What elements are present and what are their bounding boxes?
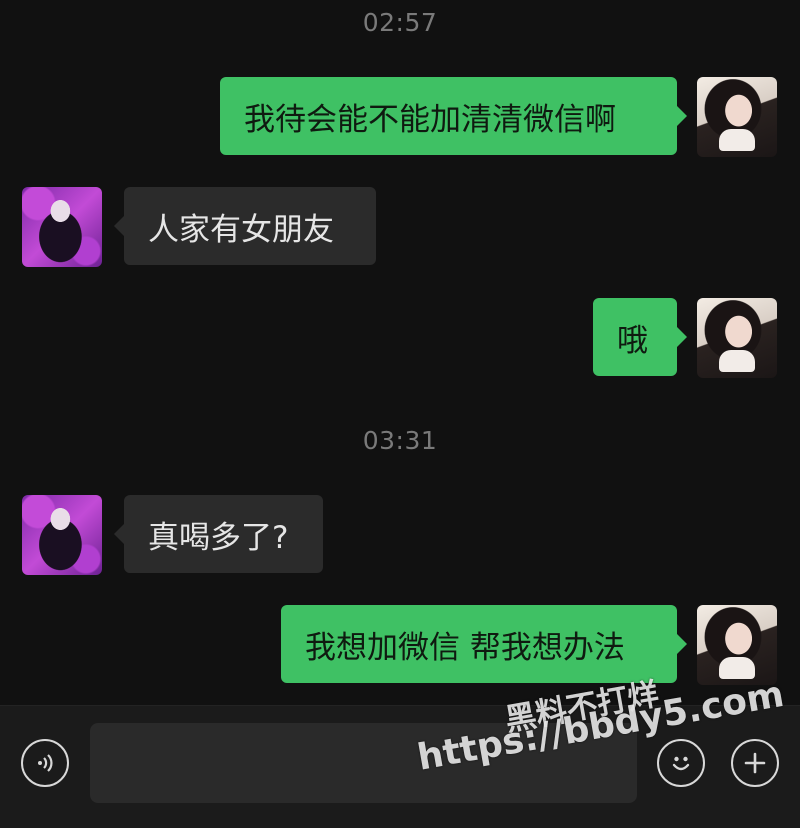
contact-avatar[interactable] [22, 495, 102, 575]
chat-area: 02:57 我待会能不能加清清微信啊 人家有女朋友 哦 03:31 真喝多了? … [0, 0, 800, 705]
voice-icon [38, 754, 53, 772]
incoming-message-bubble[interactable]: 人家有女朋友 [114, 187, 376, 265]
outgoing-message-bubble[interactable]: 我待会能不能加清清微信啊 [220, 77, 687, 155]
contact-avatar[interactable] [22, 187, 102, 267]
emoji-icon [672, 756, 690, 771]
voice-button[interactable] [21, 739, 69, 787]
plus-icon [744, 752, 766, 774]
user-avatar[interactable] [697, 605, 777, 685]
outgoing-message-bubble[interactable]: 哦 [593, 298, 687, 376]
timestamp: 02:57 [362, 8, 438, 37]
plus-button[interactable] [731, 739, 779, 787]
user-avatar[interactable] [697, 298, 777, 378]
timestamp: 03:31 [362, 426, 438, 455]
emoji-button[interactable] [657, 739, 705, 787]
outgoing-message-bubble[interactable]: 我想加微信 帮我想办法 [281, 605, 687, 683]
incoming-message-bubble[interactable]: 真喝多了? [114, 495, 323, 573]
user-avatar[interactable] [697, 77, 777, 157]
